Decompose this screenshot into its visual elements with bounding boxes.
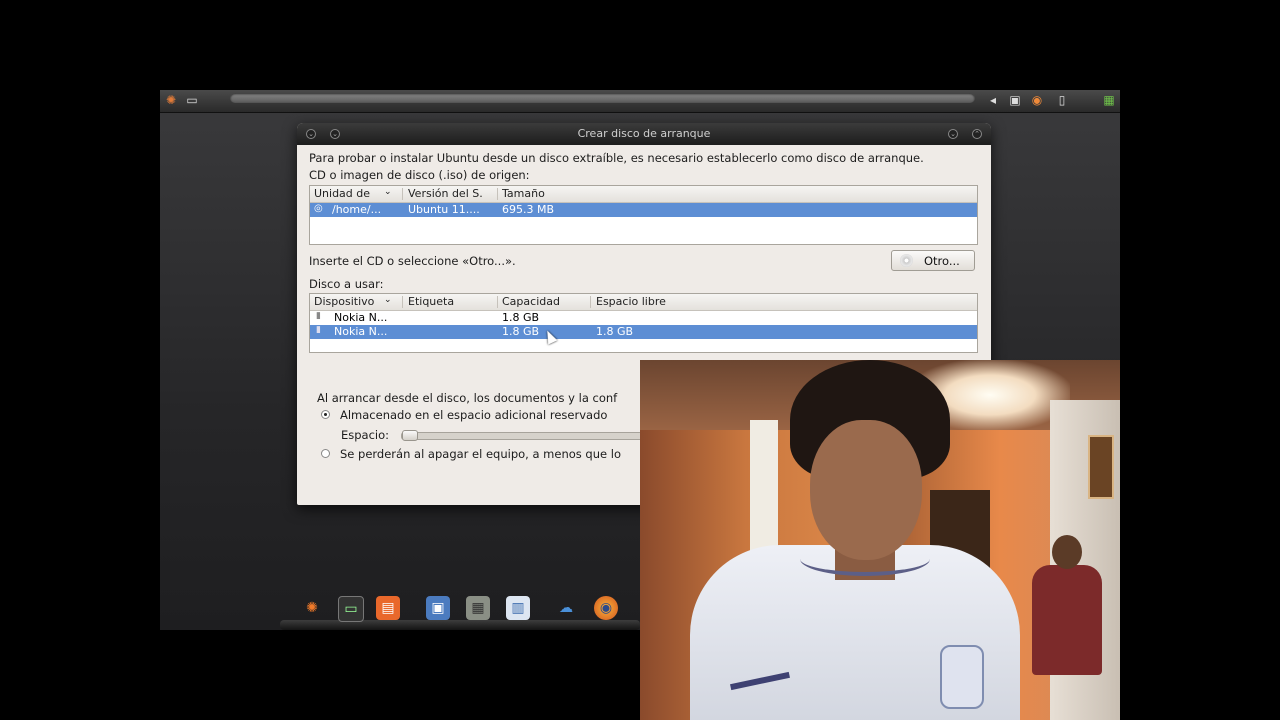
disk-list: Dispositivo ⌄ Etiqueta Capacidad Espacio… [309,293,978,353]
chevron-down-icon[interactable]: ⌄ [384,295,392,305]
otro-button[interactable]: Otro... [891,250,975,271]
source-list-header: Unidad de ⌄ Versión del S. Tamaño [310,186,977,203]
arrow-left-icon[interactable]: ◂ [986,93,1000,107]
firefox-icon[interactable]: ◉ [594,596,618,620]
updates-icon[interactable]: ◉ [1030,93,1044,107]
disk-free: 1.8 GB [596,325,634,338]
source-row[interactable]: ◎ /home/... Ubuntu 11.... 695.3 MB [310,203,977,217]
column-size[interactable]: Tamaño [502,187,582,200]
space-slider[interactable] [401,430,643,441]
usb-drive-icon: ▮ [316,325,321,335]
ubuntu-icon[interactable]: ✺ [300,596,324,620]
disk-device: Nokia N... [334,325,388,338]
space-label: Espacio: [341,428,390,442]
column-label[interactable]: Etiqueta [408,295,496,308]
minimize-icon[interactable]: ⌄ [948,129,958,139]
intro-text: Para probar o instalar Ubuntu desde un d… [309,151,924,165]
otro-button-label: Otro... [924,254,960,268]
source-size: 695.3 MB [502,203,555,216]
radio-stored[interactable] [321,410,330,419]
disc-icon [900,254,913,267]
window-title: Crear disco de arranque [577,127,711,140]
column-version[interactable]: Versión del S. [408,187,496,200]
terminal-icon[interactable]: ▭ [338,596,364,622]
weather-icon[interactable]: ☁ [554,596,578,620]
disk-list-header: Dispositivo ⌄ Etiqueta Capacidad Espacio… [310,294,977,311]
boot-note: Al arrancar desde el disco, los document… [317,391,618,405]
disk-label: Disco a usar: [309,277,384,291]
column-capacity[interactable]: Capacidad [502,295,590,308]
battery-icon[interactable]: ▯ [1055,93,1069,107]
source-label: CD o imagen de disco (.iso) de origen: [309,168,530,182]
school-badge-icon [940,645,984,709]
webcam-background-person [1032,535,1102,675]
column-unit[interactable]: Unidad de [314,187,392,200]
calculator-icon[interactable]: ▦ [466,596,490,620]
document-icon[interactable]: ▥ [506,596,530,620]
network-icon[interactable]: ▣ [1008,93,1022,107]
slider-handle[interactable] [402,430,418,441]
ubuntu-menu-icon[interactable]: ✺ [164,93,178,107]
column-device[interactable]: Dispositivo [314,295,382,308]
insert-cd-label: Inserte el CD o seleccione «Otro...». [309,254,516,268]
maximize-icon[interactable]: ⌃ [972,129,982,139]
top-panel: ✺ ▭ ◂ ▣ ◉ ▯ ▦ [160,90,1120,113]
disk-device: Nokia N... [334,311,388,324]
radio-lost[interactable] [321,449,330,458]
display-icon[interactable]: ▣ [426,596,450,620]
clapper-icon[interactable]: ▤ [376,596,400,620]
source-list: Unidad de ⌄ Versión del S. Tamaño ◎ /hom… [309,185,978,245]
webcam-picture-frame [1088,435,1114,499]
window-titlebar[interactable]: ⌄ ⌄ Crear disco de arranque ⌄ ⌃ [297,123,991,145]
webcam-overlay [640,360,1120,720]
usb-drive-icon: ▮ [316,311,321,321]
disk-row[interactable]: ▮ Nokia N... 1.8 GB [310,311,977,325]
source-unit: /home/... [332,203,382,216]
option-lost-label: Se perderán al apagar el equipo, a menos… [340,447,621,461]
app-indicator-icon[interactable]: ▦ [1102,93,1116,107]
chevron-down-icon[interactable]: ⌄ [384,187,392,197]
source-version: Ubuntu 11.... [408,203,480,216]
dock-shelf [280,620,640,630]
disk-row[interactable]: ▮ Nokia N... 1.8 GB 1.8 GB [310,325,977,339]
dock: ✺ ▭ ▤ ▣ ▦ ▥ ☁ ◉ [280,590,640,630]
webcam-presenter [690,360,1020,720]
disk-capacity: 1.8 GB [502,311,540,324]
panel-taskbar[interactable] [230,93,975,103]
column-free-space[interactable]: Espacio libre [596,295,716,308]
folder-icon[interactable]: ▭ [185,93,199,107]
cd-icon: ◎ [314,203,323,214]
option-stored-label: Almacenado en el espacio adicional reser… [340,408,608,422]
